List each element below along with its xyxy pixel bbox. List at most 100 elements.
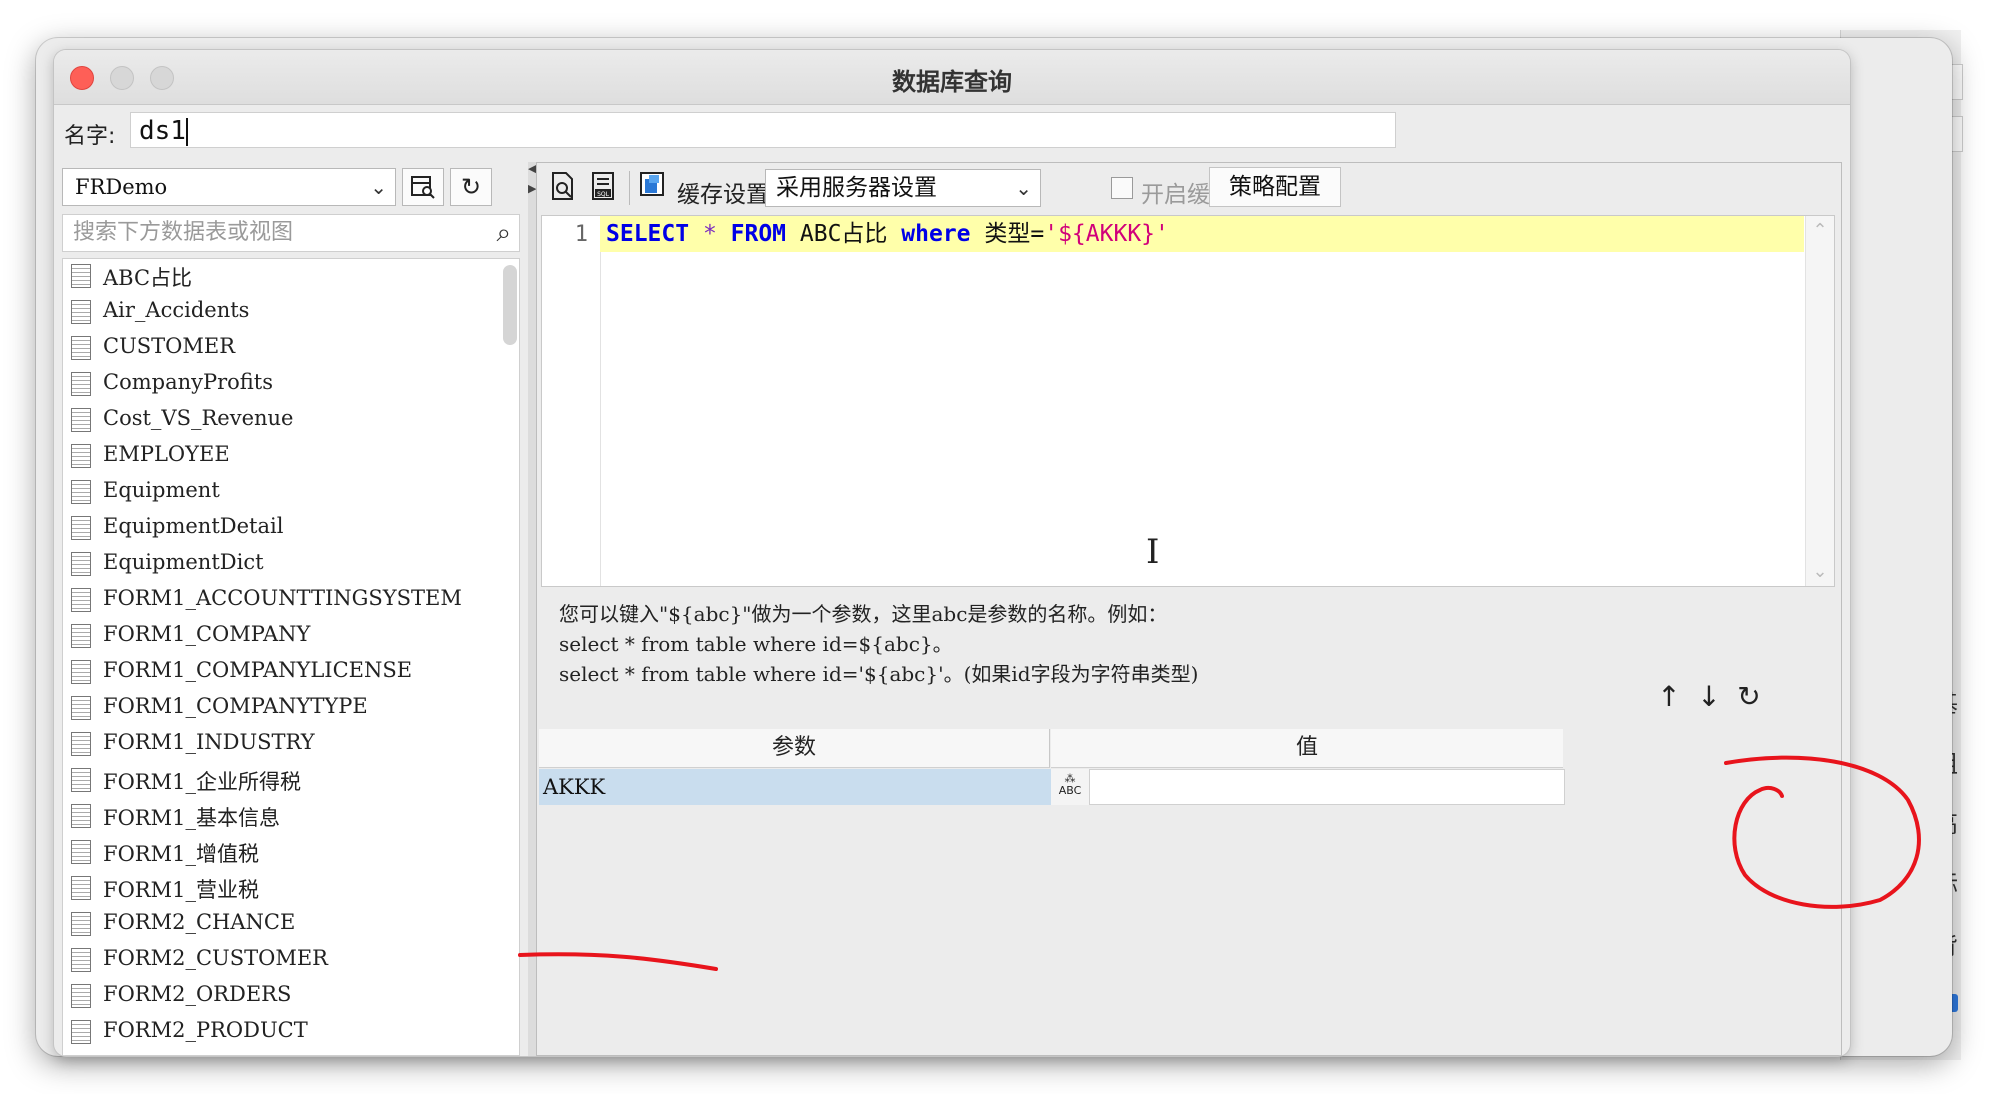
preview-table-button[interactable]	[402, 168, 444, 206]
sql-keyword: FROM	[730, 221, 787, 247]
scroll-up-icon[interactable]: ⌃	[1806, 220, 1834, 241]
param-value-cell[interactable]	[1089, 769, 1565, 805]
table-name: Air_Accidents	[103, 298, 250, 322]
list-item[interactable]: FORM1_企业所得税	[63, 763, 519, 799]
table-icon	[71, 336, 91, 360]
hint-line: 您可以键入"${abc}"做为一个参数，这里abc是参数的名称。例如：	[559, 602, 1168, 626]
table-name: FORM2_PRODUCT	[103, 1018, 308, 1042]
titlebar: 数据库查询	[54, 50, 1850, 105]
sql-button[interactable]: SQL	[587, 171, 619, 205]
table-icon	[71, 768, 91, 792]
table-name: FORM2_SERVICE	[103, 1054, 296, 1055]
code-line[interactable]: SELECT * FROM ABC占比 where 类型='${AKKK}'	[600, 216, 1804, 252]
cache-option-select[interactable]: 采用服务器设置 ⌄	[765, 169, 1041, 207]
list-item[interactable]: EquipmentDict	[63, 547, 519, 583]
table-row[interactable]: AKKK ⁂ ABC	[539, 769, 1839, 805]
value-column-header[interactable]: 值	[1051, 729, 1563, 768]
list-item[interactable]: FORM2_CUSTOMER	[63, 943, 519, 979]
list-item[interactable]: FORM1_增值税	[63, 835, 519, 871]
parameter-hint: 您可以键入"${abc}"做为一个参数，这里abc是参数的名称。例如： sele…	[559, 599, 1198, 689]
param-type-label: ABC	[1058, 784, 1082, 797]
table-name: FORM1_基本信息	[103, 806, 280, 830]
policy-config-button[interactable]: 策略配置	[1209, 167, 1341, 207]
query-panel: SQL 缓存设置 采用服务器设置 ⌄ 开启缓存 策略配置 1 SELECT * …	[536, 162, 1842, 1056]
name-input[interactable]: ds1	[130, 112, 1396, 148]
list-item[interactable]: FORM1_营业税	[63, 871, 519, 907]
move-down-button[interactable]: ↓	[1689, 677, 1729, 717]
cache-settings-icon-button[interactable]	[637, 171, 669, 205]
table-name: FORM1_营业税	[103, 878, 259, 902]
sql-editor[interactable]: 1 SELECT * FROM ABC占比 where 类型='${AKKK}'…	[541, 215, 1835, 587]
sql-icon: SQL	[592, 172, 614, 200]
editor-scrollbar[interactable]: ⌃ ⌄	[1805, 216, 1834, 586]
list-item[interactable]: FORM2_CHANCE	[63, 907, 519, 943]
table-name: FORM2_ORDERS	[103, 982, 292, 1006]
preview-button[interactable]	[547, 171, 579, 205]
panel-splitter[interactable]: ◀ ▶	[528, 162, 536, 1056]
refresh-params-button[interactable]: ↻	[1729, 677, 1769, 717]
table-name: EMPLOYEE	[103, 442, 230, 466]
list-item[interactable]: FORM1_COMPANY	[63, 619, 519, 655]
refresh-button[interactable]: ↻	[450, 168, 492, 206]
table-icon	[71, 372, 91, 396]
list-item[interactable]: FORM1_INDUSTRY	[63, 727, 519, 763]
list-item[interactable]: FORM1_基本信息	[63, 799, 519, 835]
list-item[interactable]: FORM1_ACCOUNTTINGSYSTEM	[63, 583, 519, 619]
table-list: ABC占比 Air_Accidents CUSTOMER CompanyProfits…	[62, 258, 520, 1056]
table-icon	[71, 408, 91, 432]
dialog-title: 数据库查询	[892, 68, 1012, 96]
ibeam-cursor-icon: I	[1146, 532, 1160, 572]
table-name: FORM1_增值税	[103, 842, 259, 866]
table-name: CompanyProfits	[103, 370, 274, 394]
list-item[interactable]: FORM2_SERVICE	[63, 1051, 519, 1055]
table-name: ABC占比	[103, 266, 193, 290]
enable-cache-checkbox[interactable]	[1111, 177, 1133, 199]
table-name: EquipmentDetail	[103, 514, 284, 538]
sql-keyword: where	[901, 221, 971, 247]
table-icon	[71, 696, 91, 720]
table-name: FORM1_企业所得税	[103, 770, 301, 794]
sql-identifier: 类型=	[970, 221, 1045, 247]
datasource-select[interactable]: FRDemo ⌄	[62, 168, 396, 206]
name-value: ds1	[139, 116, 186, 146]
table-icon	[71, 516, 91, 540]
table-icon	[71, 876, 91, 900]
list-item[interactable]: FORM2_ORDERS	[63, 979, 519, 1015]
table-icon	[71, 732, 91, 756]
scroll-down-icon[interactable]: ⌄	[1806, 561, 1834, 582]
list-item[interactable]: Air_Accidents	[63, 295, 519, 331]
list-item[interactable]: FORM2_PRODUCT	[63, 1015, 519, 1051]
chevron-down-icon: ⌄	[370, 175, 387, 199]
sql-operator: *	[689, 221, 731, 247]
list-item[interactable]: FORM1_COMPANYTYPE	[63, 691, 519, 727]
cache-settings-label: 缓存设置	[677, 182, 769, 208]
table-preview-icon	[411, 176, 435, 199]
list-item[interactable]: CUSTOMER	[63, 331, 519, 367]
hint-line: select * from table where id='${abc}'。(如…	[559, 662, 1199, 686]
list-item[interactable]: EMPLOYEE	[63, 439, 519, 475]
table-name: FORM1_COMPANY	[103, 622, 311, 646]
table-icon	[71, 804, 91, 828]
sql-keyword: SELECT	[606, 221, 690, 247]
list-item[interactable]: FORM1_COMPANYLICENSE	[63, 655, 519, 691]
move-up-button[interactable]: ↑	[1649, 677, 1689, 717]
param-column-header[interactable]: 参数	[539, 729, 1050, 768]
list-item[interactable]: Cost_VS_Revenue	[63, 403, 519, 439]
table-name: Cost_VS_Revenue	[103, 406, 294, 430]
datasource-selected: FRDemo	[75, 175, 168, 199]
cache-icon	[640, 172, 664, 196]
list-item[interactable]: EquipmentDetail	[63, 511, 519, 547]
table-name: FORM1_COMPANYLICENSE	[103, 658, 413, 682]
list-item[interactable]: ABC占比	[63, 259, 519, 295]
list-item[interactable]: CompanyProfits	[63, 367, 519, 403]
table-icon	[71, 480, 91, 504]
list-item[interactable]: Equipment	[63, 475, 519, 511]
toolbar-divider	[629, 171, 630, 205]
param-name-cell[interactable]: AKKK	[539, 769, 1051, 805]
param-type-button[interactable]: ⁂ ABC	[1051, 769, 1089, 805]
text-caret	[185, 117, 188, 146]
search-placeholder: 搜索下方数据表或视图	[73, 220, 294, 245]
sql-string: '${AKKK}'	[1044, 221, 1169, 247]
table-search-input[interactable]: 搜索下方数据表或视图 ⌕	[62, 214, 520, 252]
name-label: 名字:	[64, 124, 116, 149]
